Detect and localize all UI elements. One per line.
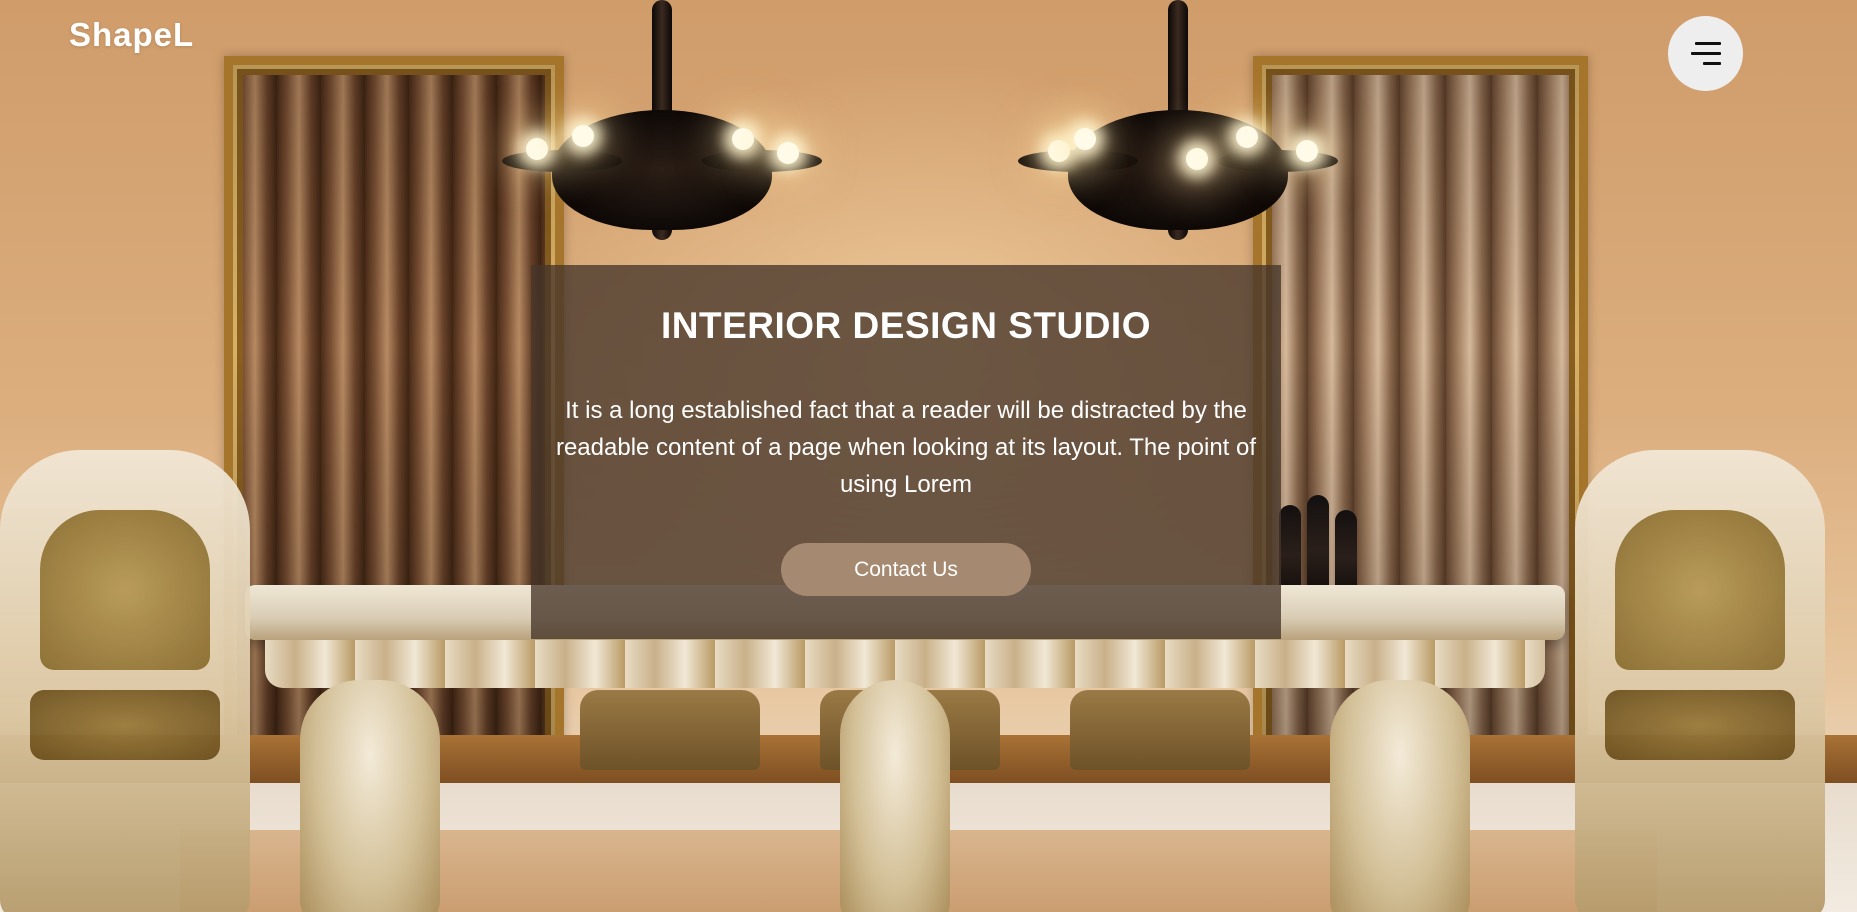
hero-title: INTERIOR DESIGN STUDIO — [661, 305, 1151, 346]
table-leg — [840, 680, 950, 912]
right-armchair — [1575, 450, 1825, 912]
dining-chair — [1070, 690, 1250, 770]
hero-content-card: INTERIOR DESIGN STUDIO It is a long esta… — [531, 265, 1281, 639]
left-chandelier — [492, 0, 832, 300]
table-leg — [300, 680, 440, 912]
dining-chair — [580, 690, 760, 770]
menu-button[interactable] — [1668, 16, 1743, 91]
right-chandelier — [1008, 0, 1348, 300]
hero-description: It is a long established fact that a rea… — [555, 396, 1257, 498]
left-armchair — [0, 450, 250, 912]
contact-us-button[interactable]: Contact Us — [781, 542, 1031, 596]
table-leg — [1330, 680, 1470, 912]
brand-logo[interactable]: ShapeL — [69, 16, 194, 54]
hamburger-menu-icon — [1690, 41, 1721, 66]
